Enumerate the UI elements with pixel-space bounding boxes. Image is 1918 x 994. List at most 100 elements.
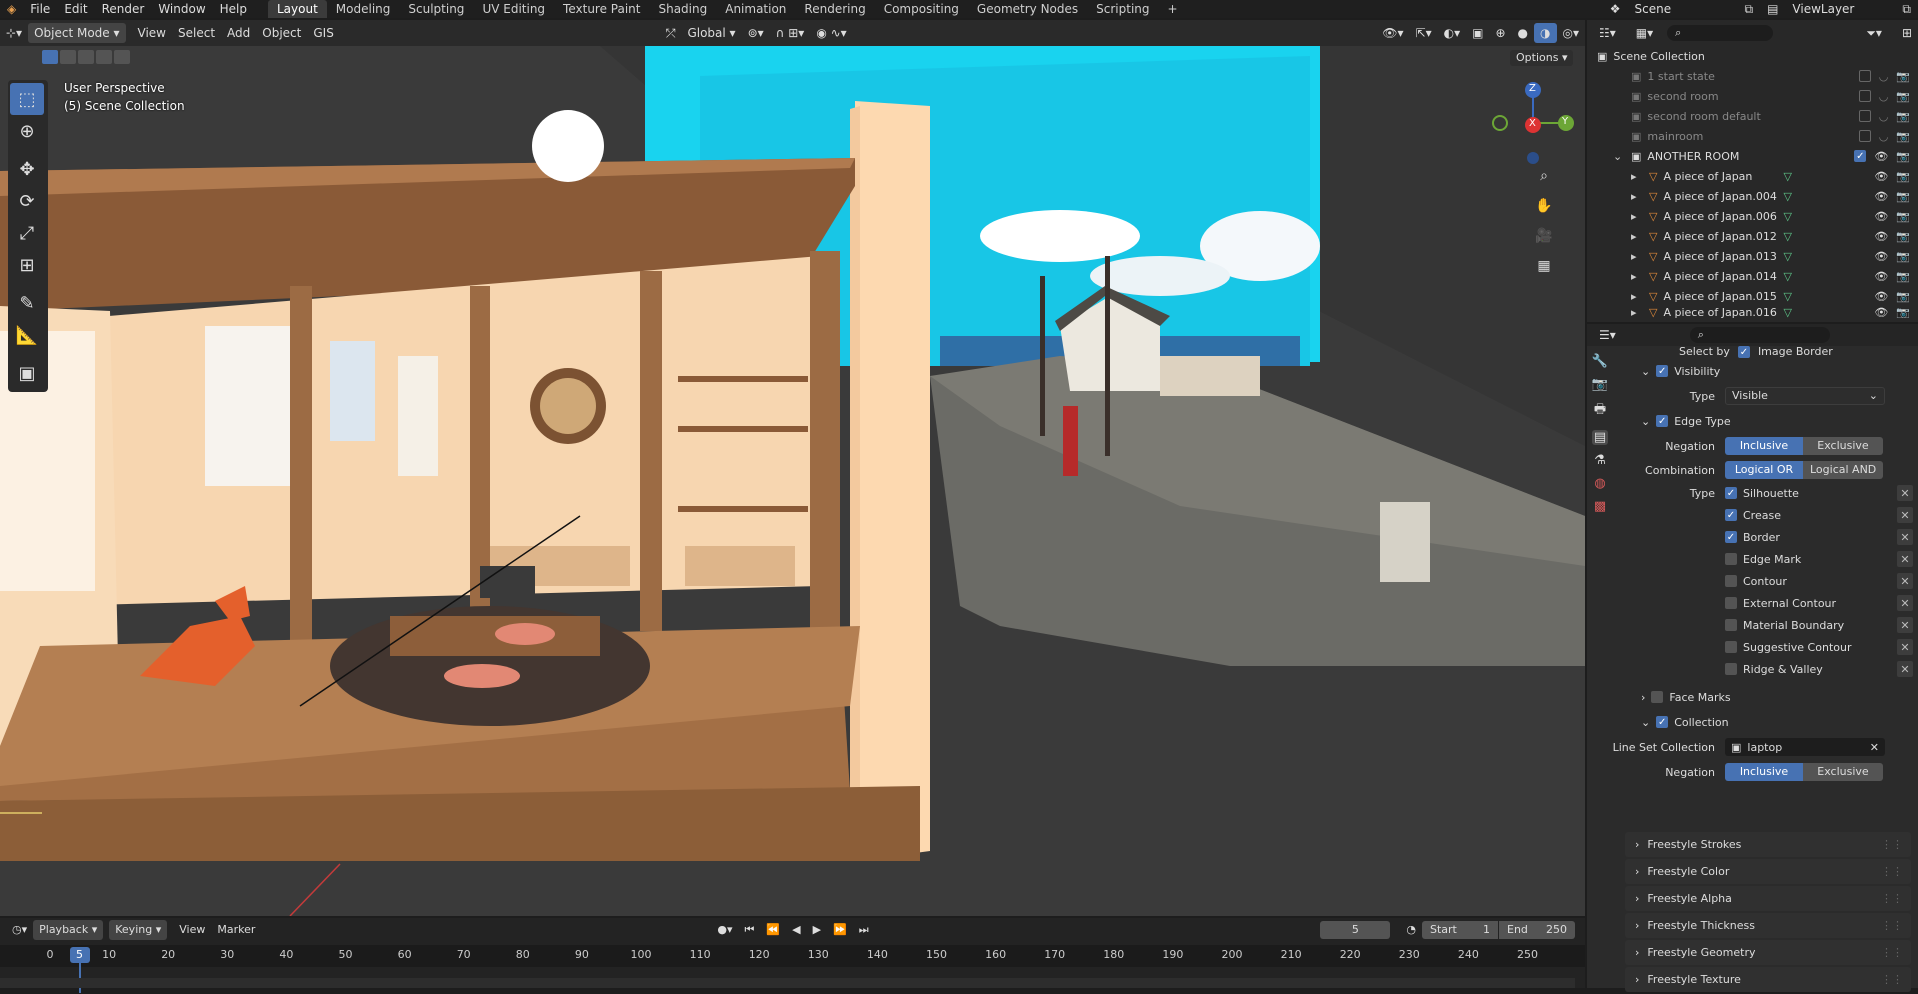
eye-icon[interactable]: 👁 <box>1874 230 1888 243</box>
render-camera-icon[interactable]: 📷 <box>1896 170 1910 183</box>
render-camera-icon[interactable]: 📷 <box>1896 270 1910 283</box>
render-camera-icon[interactable]: 📷 <box>1896 90 1910 103</box>
filter-icon[interactable]: ⏷▾ <box>1860 23 1888 43</box>
add-workspace-icon[interactable]: + <box>1159 0 1187 18</box>
shading-rendered-icon[interactable]: ◎▾ <box>1557 23 1586 43</box>
record-icon[interactable]: ●▾ <box>711 920 738 940</box>
start-frame-field[interactable]: Start 1 <box>1422 921 1498 939</box>
camera-view-icon[interactable]: 🎥 <box>1532 224 1556 248</box>
shading-solid-icon[interactable]: ● <box>1512 23 1534 43</box>
hidden-icon[interactable]: ◡ <box>1879 110 1889 123</box>
select-box-tool-icon[interactable]: ⬚ <box>10 83 44 115</box>
tool-tab-icon[interactable]: 🔧 <box>1592 354 1608 369</box>
exclude-checkbox[interactable] <box>1858 90 1871 102</box>
edge-type-checkbox[interactable] <box>1725 575 1737 587</box>
tree-row-object[interactable]: ▸ ▽ A piece of Japan ▽ 👁 📷 <box>1587 166 1918 186</box>
view-layer-tab-icon[interactable]: ▤ <box>1591 430 1609 445</box>
render-camera-icon[interactable]: 📷 <box>1896 290 1910 303</box>
edge-negation-inclusive[interactable]: Inclusive <box>1725 437 1803 455</box>
timeline-editor-icon[interactable]: ◷▾ <box>6 920 33 940</box>
tab-rendering[interactable]: Rendering <box>795 0 874 18</box>
render-camera-icon[interactable]: 📷 <box>1896 230 1910 243</box>
viewlayer-name[interactable]: ViewLayer <box>1785 0 1895 18</box>
menu-render[interactable]: Render <box>95 0 152 18</box>
render-camera-icon[interactable]: 📷 <box>1896 190 1910 203</box>
orientation-dropdown[interactable]: Global ▾ <box>681 23 741 43</box>
exclude-checkbox[interactable] <box>1858 70 1871 82</box>
tree-row-collection[interactable]: ▣ second room default ◡ 📷 <box>1587 106 1918 126</box>
drag-handle-icon[interactable]: ⋮⋮ <box>1881 892 1903 905</box>
edge-negation-exclusive[interactable]: Exclusive <box>1803 437 1883 455</box>
tree-row-object[interactable]: ▸ ▽ A piece of Japan.016 ▽ 👁 📷 <box>1587 306 1918 318</box>
face-marks-checkbox[interactable] <box>1651 691 1664 703</box>
tree-row-object[interactable]: ▸ ▽ A piece of Japan.006 ▽ 👁 📷 <box>1587 206 1918 226</box>
tree-row-object[interactable]: ▸ ▽ A piece of Japan.013 ▽ 👁 📷 <box>1587 246 1918 266</box>
visibility-type-dropdown[interactable]: Visible ⌄ <box>1725 387 1885 405</box>
pan-hand-icon[interactable]: ✋ <box>1532 194 1556 218</box>
jump-end-icon[interactable]: ⏭ <box>853 920 875 940</box>
edge-type-subpanel-header[interactable]: ⌄ ✓ Edge Type <box>1627 408 1913 434</box>
menu-add[interactable]: Add <box>221 23 256 43</box>
tree-row-object[interactable]: ▸ ▽ A piece of Japan.015 ▽ 👁 📷 <box>1587 286 1918 306</box>
eye-icon[interactable]: 👁 <box>1874 306 1888 318</box>
frame-ruler[interactable]: 0 10 20 30 40 50 60 70 80 90 100 110 120 130 140 150 160… <box>0 945 1585 993</box>
hidden-icon[interactable]: ◡ <box>1879 70 1889 83</box>
play-reverse-icon[interactable]: ◀ <box>786 920 806 940</box>
end-frame-field[interactable]: End 250 <box>1499 921 1575 939</box>
marker-menu[interactable]: Marker <box>211 920 261 940</box>
eye-icon[interactable]: 👁 <box>1874 270 1888 283</box>
menu-edit[interactable]: Edit <box>57 0 94 18</box>
exclude-x-icon[interactable]: ✕ <box>1897 485 1913 501</box>
select-invert-icon[interactable] <box>96 50 112 64</box>
prev-keyframe-icon[interactable]: ⏪ <box>760 920 786 940</box>
proportional-edit-icon[interactable]: ◉ ∿▾ <box>810 23 852 43</box>
edge-type-checkbox[interactable] <box>1725 553 1737 565</box>
tab-shading[interactable]: Shading <box>649 0 716 18</box>
lineset-collection-field[interactable]: ▣ laptop ✕ <box>1725 738 1885 756</box>
orientation-icon[interactable]: ⤱ <box>660 23 682 43</box>
chevron-down-icon[interactable]: ⌄ <box>1613 150 1625 163</box>
mode-dropdown[interactable]: Object Mode ▾ <box>28 23 126 43</box>
hidden-icon[interactable]: ◡ <box>1879 90 1889 103</box>
freestyle-panel-header[interactable]: › Freestyle Texture ⋮⋮ <box>1625 967 1911 992</box>
playhead-frame[interactable]: 5 <box>69 947 90 963</box>
select-new-icon[interactable] <box>42 50 58 64</box>
visibility-subpanel-header[interactable]: ⌄ ✓ Visibility <box>1627 358 1913 384</box>
tab-animation[interactable]: Animation <box>716 0 795 18</box>
shading-wireframe-icon[interactable]: ⊕ <box>1489 23 1511 43</box>
face-marks-subpanel-header[interactable]: › Face Marks <box>1627 684 1913 710</box>
visibility-checkbox[interactable]: ✓ <box>1656 365 1669 377</box>
rotate-tool-icon[interactable]: ⟳ <box>10 185 44 217</box>
blender-logo-icon[interactable]: ◈ <box>0 0 23 18</box>
select-intersect-icon[interactable] <box>114 50 130 64</box>
timeline-view-menu[interactable]: View <box>173 920 211 940</box>
tab-sculpting[interactable]: Sculpting <box>399 0 473 18</box>
edge-type-checkbox[interactable]: ✓ <box>1725 487 1737 499</box>
scene-icon[interactable]: ❖ <box>1603 0 1628 18</box>
tab-layout[interactable]: Layout <box>268 0 327 18</box>
tree-row-collection[interactable]: ⌄ ▣ ANOTHER ROOM ✓ 👁 📷 <box>1587 146 1918 166</box>
menu-select[interactable]: Select <box>172 23 221 43</box>
eye-icon[interactable]: 👁 <box>1874 190 1888 203</box>
xray-icon[interactable]: ▣ <box>1466 23 1489 43</box>
render-tab-icon[interactable]: 📷 <box>1592 377 1608 392</box>
exclude-x-icon[interactable]: ✕ <box>1897 573 1913 589</box>
render-camera-icon[interactable]: 📷 <box>1896 210 1910 223</box>
exclude-x-icon[interactable]: ✕ <box>1897 595 1913 611</box>
measure-tool-icon[interactable]: 📐 <box>10 319 44 351</box>
display-mode-icon[interactable]: ▦▾ <box>1630 23 1659 43</box>
edge-type-checkbox[interactable] <box>1725 641 1737 653</box>
select-subtract-icon[interactable] <box>78 50 94 64</box>
visibility-icon[interactable]: 👁▾ <box>1376 23 1409 43</box>
drag-handle-icon[interactable]: ⋮⋮ <box>1881 919 1903 932</box>
current-frame-field[interactable]: 5 <box>1320 921 1391 939</box>
tab-modeling[interactable]: Modeling <box>327 0 400 18</box>
render-camera-icon[interactable]: 📷 <box>1896 110 1910 123</box>
edge-negation-toggle[interactable]: Inclusive Exclusive <box>1725 437 1883 455</box>
drag-handle-icon[interactable]: ⋮⋮ <box>1881 838 1903 851</box>
move-tool-icon[interactable]: ✥ <box>10 153 44 185</box>
tree-row-object[interactable]: ▸ ▽ A piece of Japan.014 ▽ 👁 📷 <box>1587 266 1918 286</box>
next-keyframe-icon[interactable]: ⏩ <box>827 920 853 940</box>
zoom-icon[interactable]: ⌕ <box>1532 164 1556 188</box>
tree-row-collection[interactable]: ▣ second room ◡ 📷 <box>1587 86 1918 106</box>
